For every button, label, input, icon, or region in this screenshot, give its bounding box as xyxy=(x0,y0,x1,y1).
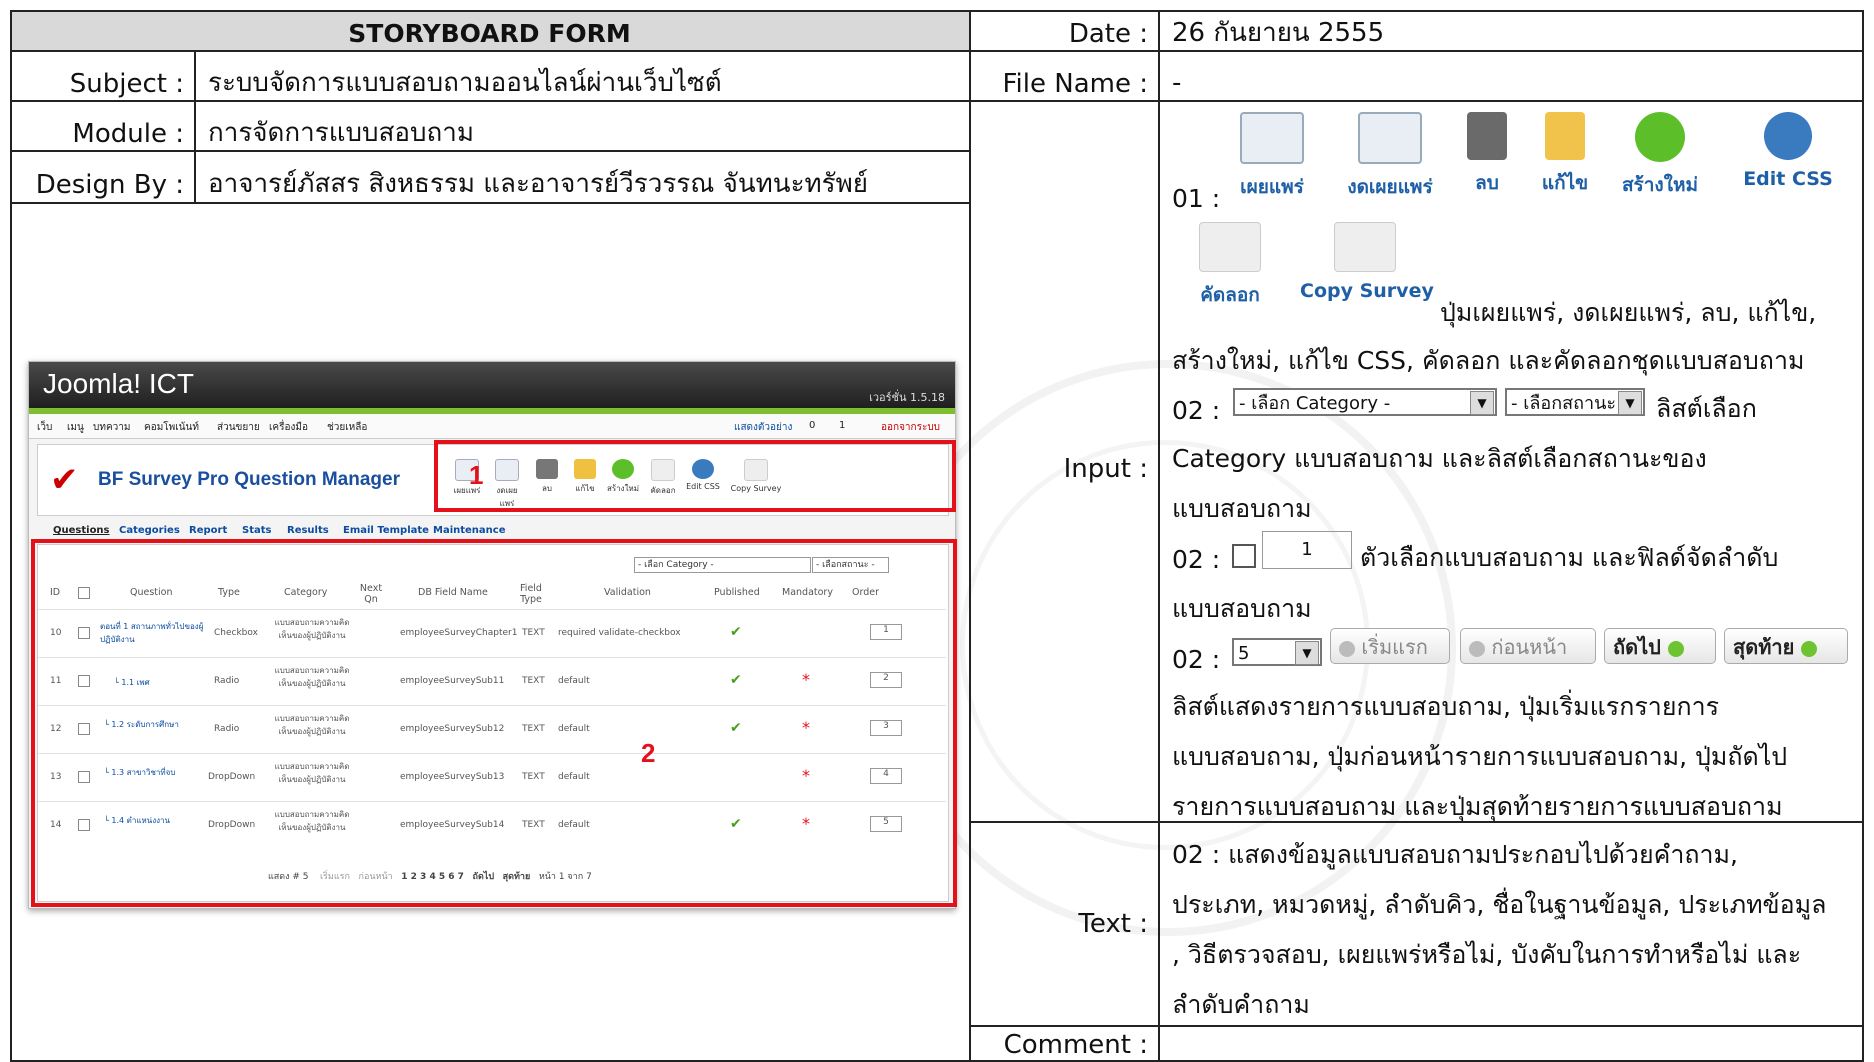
tab-stats[interactable]: Stats xyxy=(242,525,271,536)
delete-button-large[interactable]: ลบ xyxy=(1452,112,1522,198)
logout-link[interactable]: ออกจากระบบ xyxy=(881,420,940,435)
joomla-screenshot: Joomla! ICT เวอร์ชั่น 1.5.18 เว็บ เมนู บ… xyxy=(28,361,957,909)
item02a-prefix: 02 : xyxy=(1172,396,1221,425)
menu-item[interactable]: เมนู xyxy=(67,420,84,435)
nav-prev-button[interactable]: ก่อนหน้า xyxy=(1460,628,1596,664)
joomla-header: Joomla! ICT เวอร์ชั่น 1.5.18 xyxy=(29,362,955,408)
order-field[interactable]: 1 xyxy=(1262,531,1352,569)
text-line-1: 02 : แสดงข้อมูลแบบสอบถามประกอบไปด้วยคำถา… xyxy=(1172,840,1738,869)
menu-item[interactable]: ส่วนขยาย xyxy=(217,420,260,435)
comment-label: Comment : xyxy=(1003,1030,1148,1060)
desc02b-line-b: แบบสอบถาม xyxy=(1172,594,1312,623)
design-label: Design By : xyxy=(35,170,184,200)
date-label: Date : xyxy=(1068,19,1148,49)
desc02c-line-c: รายการแบบสอบถาม และปุ่มสุดท้ายรายการแบบส… xyxy=(1172,792,1783,821)
annotation-box-1 xyxy=(434,440,956,512)
copy-button-large[interactable]: คัดลอก xyxy=(1180,222,1280,310)
nav-next-button[interactable]: ถัดไป xyxy=(1604,628,1716,664)
messages-count: 0 xyxy=(809,420,816,431)
unpublish-button-large[interactable]: งดเผยแพร่ xyxy=(1340,112,1440,202)
subject-label: Subject : xyxy=(69,69,184,99)
tab-categories[interactable]: Categories xyxy=(119,525,180,536)
tab-results[interactable]: Results xyxy=(287,525,329,536)
edit-button-large[interactable]: แก้ไข xyxy=(1530,112,1600,198)
text-label: Text : xyxy=(1078,909,1148,939)
annotation-label-1: 1 xyxy=(469,460,484,490)
module-value: การจัดการแบบสอบถาม xyxy=(208,118,474,148)
module-label: Module : xyxy=(72,119,184,149)
date-value: 26 กันยายน 2555 xyxy=(1172,18,1385,48)
survey-checkbox[interactable] xyxy=(1232,544,1256,568)
desc02a-line-a: ลิสต์เลือก xyxy=(1656,394,1757,423)
edit-css-button-large[interactable]: Edit CSS xyxy=(1738,112,1838,190)
text-line-4: ลำดับคำถาม xyxy=(1172,990,1310,1019)
annotation-box-2 xyxy=(31,539,957,907)
item02c-prefix: 02 : xyxy=(1172,645,1221,674)
menu-item[interactable]: เว็บ xyxy=(37,420,52,435)
filename-label: File Name : xyxy=(1002,69,1148,99)
tab-report[interactable]: Report xyxy=(189,525,227,536)
desc02c-line-b: แบบสอบถาม, ปุ่มก่อนหน้ารายการแบบสอบถาม, … xyxy=(1172,742,1788,771)
preview-link[interactable]: แสดงตัวอย่าง xyxy=(734,420,792,435)
annotation-label-2: 2 xyxy=(641,738,656,768)
input-label: Input : xyxy=(1063,454,1148,484)
nav-first-button[interactable]: เริ่มแรก xyxy=(1330,628,1450,664)
subject-value: ระบบจัดการแบบสอบถามออนไลน์ผ่านเว็บไซต์ xyxy=(208,68,722,98)
menu-item[interactable]: คอมโพเน้นท์ xyxy=(144,420,199,435)
tab-maintenance[interactable]: Maintenance xyxy=(433,525,506,536)
new-button-large[interactable]: สร้างใหม่ xyxy=(1610,112,1710,200)
text-line-3: , วิธีตรวจสอบ, เผยแพร่หรือไม่, บังคับในก… xyxy=(1172,940,1802,969)
item02b-prefix: 02 : xyxy=(1172,545,1221,574)
component-title: BF Survey Pro Question Manager xyxy=(98,469,400,490)
joomla-version: เวอร์ชั่น 1.5.18 xyxy=(869,391,945,404)
category-select[interactable]: - เลือก Category - ▼ xyxy=(1233,388,1497,416)
tab-email-template[interactable]: Email Template xyxy=(343,525,429,536)
desc01-line-a: ปุ่มเผยแพร่, งดเผยแพร่, ลบ, แก้ไข, xyxy=(1440,298,1817,327)
text-line-2: ประเภท, หมวดหมู่, ลำดับคิว, ชื่อในฐานข้อ… xyxy=(1172,890,1827,919)
desc02b-line-a: ตัวเลือกแบบสอบถาม และฟิลด์จัดลำดับ xyxy=(1360,543,1779,572)
desc01-line-b: สร้างใหม่, แก้ไข CSS, คัดลอก และคัดลอกชุ… xyxy=(1172,346,1805,375)
design-value: อาจารย์ภัสสร สิงหธรรม และอาจารย์วีรวรรณ … xyxy=(208,169,869,199)
tab-questions[interactable]: Questions xyxy=(53,525,110,536)
publish-button-large[interactable]: เผยแพร่ xyxy=(1222,112,1322,202)
desc02c-line-a: ลิสต์แสดงรายการแบบสอบถาม, ปุ่มเริ่มแรกรา… xyxy=(1172,692,1720,721)
desc02a-line-b: Category แบบสอบถาม และลิสต์เลือกสถานะของ xyxy=(1172,444,1707,473)
form-title: STORYBOARD FORM xyxy=(348,19,631,48)
state-select[interactable]: - เลือกสถานะ - ▼ xyxy=(1505,388,1645,416)
filename-value: - xyxy=(1172,68,1182,98)
menu-item[interactable]: บทความ xyxy=(93,420,130,435)
joomla-menu: เว็บ เมนู บทความ คอมโพเน้นท์ ส่วนขยาย เค… xyxy=(29,414,955,439)
menu-item[interactable]: ช่วยเหลือ xyxy=(327,420,367,435)
users-count: 1 xyxy=(839,420,846,431)
list-limit-select[interactable]: 5 ▼ xyxy=(1232,638,1322,666)
item01-prefix: 01 : xyxy=(1172,184,1221,213)
desc02a-line-c: แบบสอบถาม xyxy=(1172,494,1312,523)
checkmark-icon: ✔ xyxy=(50,460,79,500)
menu-item[interactable]: เครื่องมือ xyxy=(269,420,308,435)
joomla-app-title: Joomla! ICT xyxy=(43,368,194,399)
copy-survey-button-large[interactable]: Copy Survey xyxy=(1300,222,1434,302)
nav-last-button[interactable]: สุดท้าย xyxy=(1724,628,1848,664)
